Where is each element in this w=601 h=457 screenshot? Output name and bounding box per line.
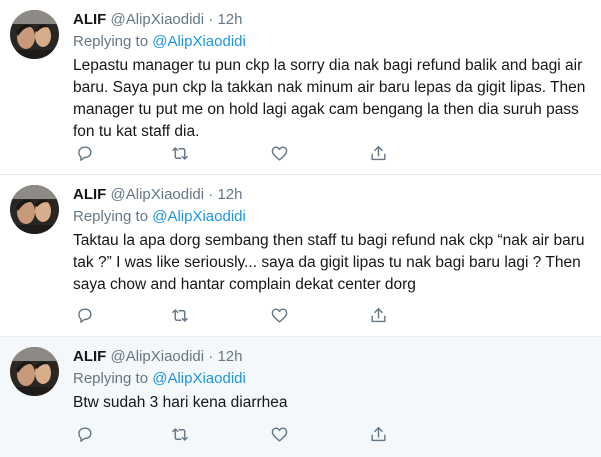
replying-to-link[interactable]: @AlipXiaodidi	[152, 370, 246, 387]
user-handle[interactable]: @AlipXiaodidi	[111, 348, 205, 365]
replying-to-label: Replying to	[73, 370, 153, 387]
reply-button[interactable]	[73, 304, 95, 326]
tweet-actions	[73, 423, 393, 445]
tweet-thread: ALIF @AlipXiaodidi · 12h Replying to @Al…	[0, 0, 601, 457]
share-button[interactable]	[367, 304, 389, 326]
replying-to-label: Replying to	[73, 33, 153, 50]
heart-icon	[271, 145, 287, 161]
tweet-header: ALIF @AlipXiaodidi · 12h	[73, 10, 589, 30]
tweet-text: Lepastu manager tu pun ckp la sorry dia …	[73, 57, 586, 140]
timestamp[interactable]: 12h	[217, 348, 242, 365]
heart-icon	[271, 426, 287, 442]
reply-button[interactable]	[73, 423, 95, 445]
display-name[interactable]: ALIF	[73, 348, 106, 365]
like-button[interactable]	[268, 304, 290, 326]
replying-to-link[interactable]: @AlipXiaodidi	[152, 208, 246, 225]
tweet[interactable]: ALIF @AlipXiaodidi · 12h Replying to @Al…	[0, 0, 601, 175]
retweet-button[interactable]	[169, 423, 191, 445]
display-name[interactable]: ALIF	[73, 11, 106, 28]
tweet-header: ALIF @AlipXiaodidi · 12h	[73, 185, 589, 205]
retweet-button[interactable]	[169, 304, 191, 326]
replying-to: Replying to @AlipXiaodidi	[73, 31, 589, 53]
separator-dot: ·	[208, 348, 214, 365]
replying-to: Replying to @AlipXiaodidi	[73, 368, 589, 390]
separator-dot: ·	[208, 11, 214, 28]
share-icon	[370, 145, 386, 160]
like-button[interactable]	[268, 142, 290, 164]
share-button[interactable]	[367, 142, 389, 164]
avatar[interactable]	[10, 347, 59, 396]
reply-icon	[77, 426, 92, 442]
avatar[interactable]	[10, 10, 59, 59]
tweet-text: Btw sudah 3 hari kena diarrhea	[73, 394, 288, 411]
share-icon	[370, 426, 386, 441]
share-button[interactable]	[367, 423, 389, 445]
tweet-actions	[73, 304, 393, 326]
tweet-actions	[73, 142, 393, 164]
retweet-button[interactable]	[169, 142, 191, 164]
replying-to-link[interactable]: @AlipXiaodidi	[152, 33, 246, 50]
retweet-icon	[172, 308, 188, 322]
reply-icon	[77, 307, 92, 323]
tweet-text: Taktau la apa dorg sembang then staff tu…	[73, 232, 585, 293]
tweet[interactable]: ALIF @AlipXiaodidi · 12h Replying to @Al…	[0, 175, 601, 337]
replying-to: Replying to @AlipXiaodidi	[73, 206, 589, 228]
retweet-icon	[172, 427, 188, 441]
user-handle[interactable]: @AlipXiaodidi	[111, 11, 205, 28]
display-name[interactable]: ALIF	[73, 186, 106, 203]
timestamp[interactable]: 12h	[217, 186, 242, 203]
like-button[interactable]	[268, 423, 290, 445]
tweet-header: ALIF @AlipXiaodidi · 12h	[73, 347, 589, 367]
timestamp[interactable]: 12h	[217, 11, 242, 28]
reply-icon	[77, 145, 92, 161]
avatar[interactable]	[10, 185, 59, 234]
tweet[interactable]: ALIF @AlipXiaodidi · 12h Replying to @Al…	[0, 337, 601, 457]
user-handle[interactable]: @AlipXiaodidi	[111, 186, 205, 203]
reply-button[interactable]	[73, 142, 95, 164]
retweet-icon	[172, 146, 188, 160]
replying-to-label: Replying to	[73, 208, 153, 225]
share-icon	[370, 307, 386, 322]
heart-icon	[271, 307, 287, 323]
separator-dot: ·	[208, 186, 214, 203]
